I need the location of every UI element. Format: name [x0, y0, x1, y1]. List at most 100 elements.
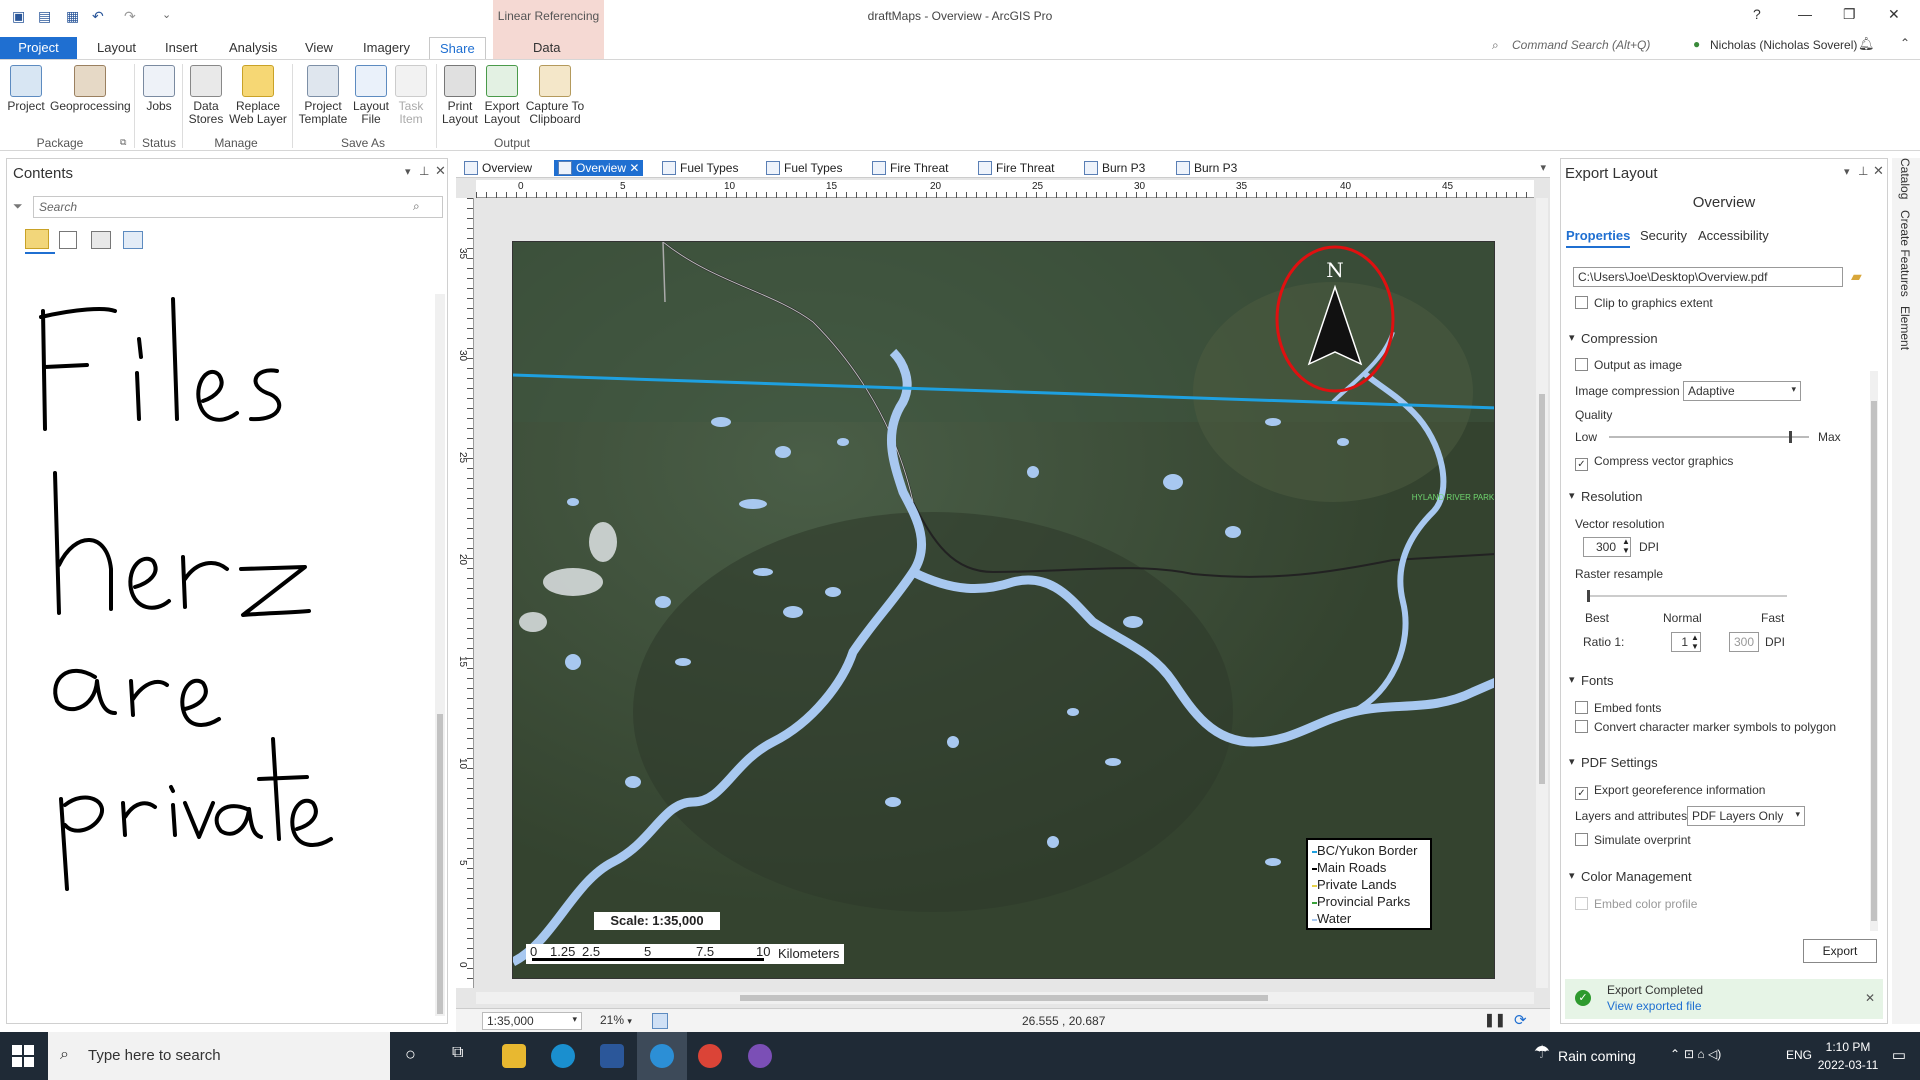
app-icon[interactable]: [748, 1044, 772, 1068]
file-path-input[interactable]: C:\Users\Joe\Desktop\Overview.pdf: [1573, 267, 1843, 287]
section-fonts[interactable]: Fonts: [1569, 673, 1613, 688]
notification-center-icon[interactable]: ▭: [1892, 1046, 1906, 1064]
tab-view[interactable]: View: [295, 37, 343, 59]
weather-icon[interactable]: ☂: [1534, 1042, 1550, 1063]
scrollbar-thumb[interactable]: [437, 714, 443, 1014]
weather-text[interactable]: Rain coming: [1558, 1048, 1654, 1064]
user-account[interactable]: Nicholas (Nicholas Soverel): [1710, 38, 1857, 52]
close-pane-icon[interactable]: ✕: [435, 163, 446, 179]
dialog-launcher-icon[interactable]: ⧉: [120, 137, 126, 148]
scale-bar[interactable]: 0 1.25 2.5 5 7.5 10 Kilometers: [526, 944, 844, 964]
clip-to-graphics-checkbox[interactable]: Clip to graphics extent: [1575, 296, 1713, 310]
show-hidden-icons[interactable]: ⌃: [1670, 1047, 1680, 1061]
view-tab-fire-threat[interactable]: Fire Threat: [868, 160, 952, 176]
tab-properties[interactable]: Properties: [1566, 228, 1630, 243]
image-compression-select[interactable]: Adaptive ▾: [1683, 381, 1801, 401]
pane-scrollbar[interactable]: [1870, 371, 1878, 931]
view-tab-overview-active[interactable]: Overview ✕: [554, 160, 644, 176]
task-view-icon[interactable]: ⧉: [452, 1044, 463, 1062]
command-search-input[interactable]: Command Search (Alt+Q): [1512, 38, 1650, 52]
tab-security[interactable]: Security: [1640, 228, 1687, 243]
tab-analysis[interactable]: Analysis: [219, 37, 287, 59]
scrollbar-thumb[interactable]: [740, 995, 1268, 1001]
scale-selector[interactable]: 1:35,000 ▾: [482, 1012, 582, 1030]
layout-horizontal-scrollbar[interactable]: [476, 992, 1534, 1004]
scrollbar-thumb[interactable]: [1871, 401, 1877, 921]
export-georeference-checkbox[interactable]: ✓ Export georeference information: [1575, 783, 1765, 800]
project-template-button[interactable]: Project Template: [296, 65, 350, 126]
clock-date[interactable]: 2022-03-11: [1816, 1058, 1880, 1072]
folder-icon[interactable]: ▰: [1851, 268, 1862, 285]
cortana-icon[interactable]: ○: [405, 1044, 416, 1065]
embed-fonts-checkbox[interactable]: Embed fonts: [1575, 701, 1661, 715]
view-exported-file-link[interactable]: View exported file: [1607, 999, 1702, 1013]
side-tab-catalog[interactable]: Catalog: [1898, 158, 1912, 199]
view-tab-burn-p3-2[interactable]: Burn P3: [1172, 160, 1241, 176]
section-compression[interactable]: Compression: [1569, 331, 1658, 346]
tab-accessibility[interactable]: Accessibility: [1698, 228, 1769, 243]
jobs-button[interactable]: Jobs: [142, 65, 176, 113]
spinner-icon[interactable]: ▲ ▼: [1691, 633, 1699, 651]
project-package-button[interactable]: Project: [6, 65, 46, 113]
search-icon[interactable]: ⌕: [413, 199, 420, 214]
close-pane-icon[interactable]: ✕: [1873, 163, 1884, 179]
simulate-overprint-checkbox[interactable]: Simulate overprint: [1575, 833, 1691, 847]
list-by-selection-icon[interactable]: [91, 231, 111, 249]
tab-share[interactable]: Share: [429, 37, 486, 59]
arcgis-pro-taskbar-button[interactable]: [637, 1032, 687, 1080]
close-notification-icon[interactable]: ✕: [1865, 991, 1875, 1005]
data-stores-button[interactable]: Data Stores: [188, 65, 224, 126]
filter-icon[interactable]: ⏷: [13, 199, 23, 214]
clock-time[interactable]: 1:10 PM: [1816, 1040, 1880, 1054]
grid-toggle-icon[interactable]: [652, 1013, 668, 1029]
taskbar-search-input[interactable]: Type here to search: [48, 1032, 390, 1080]
output-as-image-checkbox[interactable]: Output as image: [1575, 358, 1682, 372]
map-legend[interactable]: BC/Yukon Border Main Roads Private Lands…: [1306, 838, 1432, 930]
tab-layout[interactable]: Layout: [87, 37, 146, 59]
replace-web-layer-button[interactable]: Replace Web Layer: [228, 65, 288, 126]
embed-color-profile-checkbox[interactable]: Embed color profile: [1575, 897, 1697, 911]
layout-vertical-scrollbar[interactable]: [1536, 198, 1548, 988]
view-tab-fuel-types-2[interactable]: Fuel Types: [762, 160, 846, 176]
side-tab-create-features[interactable]: Create Features: [1898, 210, 1912, 297]
layout-file-button[interactable]: Layout File: [352, 65, 390, 126]
language-indicator[interactable]: ENG: [1786, 1048, 1812, 1062]
view-tab-burn-p3[interactable]: Burn P3: [1080, 160, 1149, 176]
slider-thumb[interactable]: [1789, 431, 1792, 443]
tab-project[interactable]: Project: [0, 37, 77, 59]
zoom-selector[interactable]: 21% ▾: [596, 1012, 642, 1030]
word-icon[interactable]: [600, 1044, 624, 1068]
raster-resample-slider[interactable]: [1587, 590, 1787, 602]
tabs-dropdown-icon[interactable]: ▾: [1540, 161, 1546, 174]
compress-vector-checkbox[interactable]: ✓ Compress vector graphics: [1575, 454, 1733, 471]
restore-button[interactable]: ❐: [1843, 6, 1856, 23]
export-button[interactable]: Export: [1803, 939, 1877, 963]
windows-start-icon[interactable]: [12, 1045, 34, 1067]
tab-data[interactable]: Data: [523, 37, 570, 59]
convert-markers-checkbox[interactable]: Convert character marker symbols to poly…: [1575, 720, 1836, 734]
pin-icon[interactable]: ⊥: [419, 164, 429, 178]
tab-imagery[interactable]: Imagery: [353, 37, 420, 59]
side-tab-element[interactable]: Element: [1898, 306, 1912, 350]
vertical-scrollbar[interactable]: [435, 294, 445, 1016]
pane-options-icon[interactable]: ▾: [1844, 165, 1850, 178]
pane-options-icon[interactable]: ▾: [405, 165, 411, 178]
spinner-icon[interactable]: ▲ ▼: [1622, 537, 1630, 555]
scrollbar-thumb[interactable]: [1539, 394, 1545, 784]
section-color-management[interactable]: Color Management: [1569, 869, 1692, 884]
scale-text[interactable]: Scale: 1:35,000: [594, 912, 720, 930]
close-window-button[interactable]: ✕: [1888, 6, 1900, 23]
close-tab-icon[interactable]: ✕: [629, 161, 639, 175]
section-pdf-settings[interactable]: PDF Settings: [1569, 755, 1658, 770]
task-item-button[interactable]: Task Item: [394, 65, 428, 126]
tab-insert[interactable]: Insert: [155, 37, 208, 59]
view-tab-fire-threat-2[interactable]: Fire Threat: [974, 160, 1058, 176]
view-tab-fuel-types[interactable]: Fuel Types: [658, 160, 742, 176]
export-layout-button[interactable]: Export Layout: [482, 65, 522, 126]
print-layout-button[interactable]: Print Layout: [440, 65, 480, 126]
list-by-drawing-order-icon[interactable]: [25, 229, 49, 249]
tray-status-icons[interactable]: ⊡ ⌂ ◁): [1684, 1047, 1770, 1061]
pin-icon[interactable]: ⊥: [1858, 164, 1868, 178]
list-by-source-icon[interactable]: [59, 231, 77, 249]
quality-slider[interactable]: [1609, 431, 1809, 443]
